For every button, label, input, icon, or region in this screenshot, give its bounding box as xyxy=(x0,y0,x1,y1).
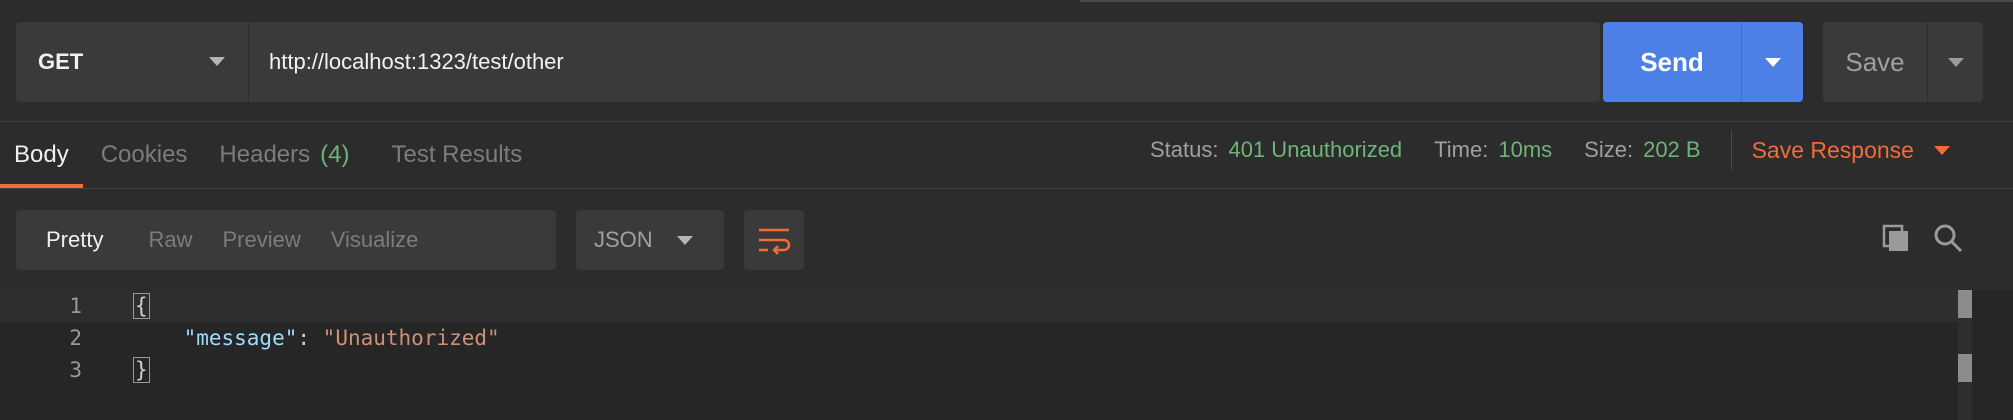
line-number: 3 xyxy=(69,358,82,382)
tab-cookies[interactable]: Cookies xyxy=(87,122,202,188)
response-meta: Status: 401 Unauthorized Time: 10ms Size… xyxy=(1150,122,1950,178)
line-number: 1 xyxy=(69,294,82,318)
code-line: 3 } xyxy=(0,354,1958,386)
json-string-value: "Unauthorized" xyxy=(322,326,500,350)
format-label: JSON xyxy=(594,227,653,252)
response-tabs: Body Cookies Headers (4) Test Results xyxy=(0,122,536,188)
scrollbar[interactable] xyxy=(1958,290,1972,420)
view-mode-raw[interactable]: Raw xyxy=(133,210,207,270)
scrollbar-marker xyxy=(1958,354,1972,382)
response-body-editor[interactable]: 1 { 2 "message": "Unauthorized" 3 } xyxy=(0,290,2013,420)
send-dropdown-button[interactable] xyxy=(1741,22,1803,102)
open-brace: { xyxy=(133,293,150,319)
tab-headers[interactable]: Headers (4) xyxy=(205,122,363,188)
save-button[interactable]: Save xyxy=(1823,22,1927,102)
chevron-down-icon xyxy=(209,57,225,66)
size-value: 202 B xyxy=(1643,137,1701,162)
code-text: } xyxy=(133,357,150,383)
view-mode-visualize[interactable]: Visualize xyxy=(316,210,434,270)
url-input[interactable]: http://localhost:1323/test/other xyxy=(248,22,1600,102)
wrap-lines-icon xyxy=(759,228,791,255)
tab-test-results[interactable]: Test Results xyxy=(377,122,536,188)
wrap-lines-button[interactable] xyxy=(744,210,804,270)
chevron-down-icon xyxy=(676,235,693,245)
send-button-group: Send xyxy=(1603,22,1803,102)
chevron-down-icon xyxy=(1764,57,1781,67)
save-dropdown-button[interactable] xyxy=(1927,22,1983,102)
chevron-down-icon xyxy=(1933,145,1950,155)
code-text: { xyxy=(133,293,150,319)
tab-label: Headers xyxy=(219,141,311,168)
divider xyxy=(1730,130,1732,170)
size-label: Size: xyxy=(1584,137,1634,162)
top-border xyxy=(1080,0,2013,2)
format-select[interactable]: JSON xyxy=(576,210,724,270)
method-label: GET xyxy=(38,49,84,74)
code-line: 2 "message": "Unauthorized" xyxy=(0,322,1958,354)
status-label: Status: xyxy=(1150,137,1219,162)
tab-body[interactable]: Body xyxy=(0,122,83,188)
save-response-button[interactable]: Save Response xyxy=(1752,137,1950,164)
json-key: "message" xyxy=(183,326,298,350)
tab-label: Test Results xyxy=(391,141,523,168)
json-colon: : xyxy=(297,326,323,350)
view-mode-switcher: Pretty Raw Preview Visualize xyxy=(16,210,556,270)
tab-label: Body xyxy=(14,141,69,168)
save-response-label: Save Response xyxy=(1751,136,1914,163)
method-select[interactable]: GET xyxy=(16,22,248,102)
chevron-down-icon xyxy=(1947,57,1964,67)
search-icon[interactable] xyxy=(1932,222,1964,254)
copy-icon[interactable] xyxy=(1880,222,1912,254)
tab-label: Cookies xyxy=(100,141,188,168)
time-label: Time: xyxy=(1434,137,1489,162)
divider xyxy=(0,188,2013,189)
view-mode-pretty[interactable]: Pretty xyxy=(16,210,133,270)
code-text: "message": "Unauthorized" xyxy=(133,326,500,350)
url-text: http://localhost:1323/test/other xyxy=(269,49,564,74)
save-button-group: Save xyxy=(1823,22,1983,102)
scrollbar-marker xyxy=(1958,290,1972,318)
status-value: 401 Unauthorized xyxy=(1228,137,1403,162)
headers-count-badge: (4) xyxy=(320,141,350,168)
send-button[interactable]: Send xyxy=(1603,22,1741,102)
time-value: 10ms xyxy=(1498,137,1553,162)
code-line: 1 { xyxy=(0,290,1958,322)
line-number: 2 xyxy=(69,326,82,350)
view-mode-preview[interactable]: Preview xyxy=(207,210,315,270)
close-brace: } xyxy=(133,357,150,383)
